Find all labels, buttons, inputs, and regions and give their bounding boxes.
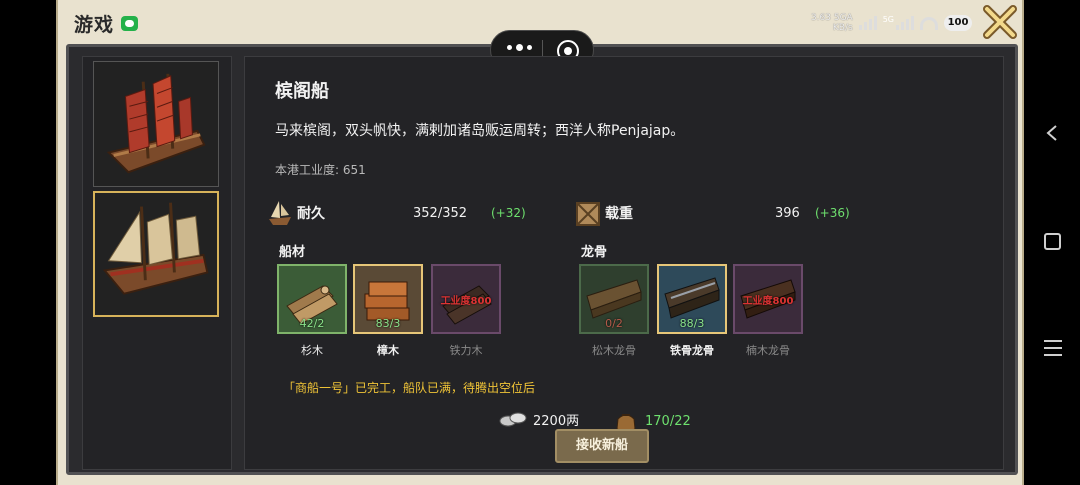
material-name: 杉木 <box>301 344 323 357</box>
material-count: 88/3 <box>679 317 705 330</box>
signal-icon <box>858 16 877 30</box>
material-count: 42/2 <box>299 317 325 330</box>
battery-indicator: 100 <box>944 15 972 31</box>
network-speed-value: 3.63 <box>810 13 831 23</box>
ship-title: 槟阁船 <box>275 81 329 102</box>
food-cost-value: 170/22 <box>645 413 691 429</box>
keel-material-label: 龙骨 <box>581 245 608 260</box>
signal-icon-2 <box>896 16 914 30</box>
cargo-bonus: (+36) <box>815 206 850 220</box>
ship-card-penjajap[interactable] <box>93 191 219 317</box>
lock-requirement: 工业度800 <box>440 296 492 307</box>
material-nanmu-keel[interactable]: 工业度800 <box>733 264 803 334</box>
material-count: 83/3 <box>375 317 401 330</box>
crate-icon <box>576 202 600 226</box>
menu-icon[interactable] <box>1044 340 1062 361</box>
material-ironwood[interactable]: 工业度800 <box>431 264 501 334</box>
material-name: 铁骨龙骨 <box>670 344 714 357</box>
wifi-icon <box>920 16 938 30</box>
hull-material-label: 船材 <box>279 245 306 260</box>
lock-requirement: 工业度800 <box>742 296 794 307</box>
fleet-full-message: 「商船一号」已完工，船队已满，待腾出空位后 <box>283 381 536 395</box>
silver-cost-value: 2200两 <box>533 413 580 429</box>
material-fir[interactable]: 42/2 <box>277 264 347 334</box>
material-name: 松木龙骨 <box>592 344 636 357</box>
durability-value: 352/352 <box>413 205 468 221</box>
material-name: 铁力木 <box>449 344 483 357</box>
material-ironbone-keel[interactable]: 88/3 <box>657 264 727 334</box>
network-speed-unit: KB/s <box>832 23 853 33</box>
material-count: 0/2 <box>605 317 623 330</box>
industry-level: 本港工业度: 651 <box>275 161 366 178</box>
home-icon[interactable] <box>1044 233 1061 250</box>
ship-description: 马来槟阁，双头帆快，满剌加诸岛贩运周转；西洋人称Penjajap。 <box>275 123 685 139</box>
material-name: 樟木 <box>377 344 399 357</box>
ship-details: 槟阁船 马来槟阁，双头帆快，满剌加诸岛贩运周转；西洋人称Penjajap。 本港… <box>244 56 1004 470</box>
app-logo: 游戏 <box>74 14 115 36</box>
network-type: 5GA <box>833 13 853 23</box>
durability-stat: 耐久 352/352 (+32) <box>267 197 537 229</box>
ship-card-junk[interactable] <box>93 61 219 187</box>
cargo-value: 396 <box>775 205 800 221</box>
receive-ship-button[interactable]: 接收新船 <box>555 429 649 463</box>
status-bar: 3.63 5GA KB/s 5G 100 <box>811 13 972 33</box>
ship-list <box>82 56 232 470</box>
android-nav-bar <box>1030 0 1080 485</box>
screen: 游戏 3.63 5GA KB/s 5G 100 槟阁船 马来槟阁，双头帆快，满剌… <box>0 0 1080 485</box>
penjajap-ship-icon <box>95 193 217 315</box>
silver-icon <box>499 412 527 427</box>
more-icon[interactable] <box>507 44 532 51</box>
cargo-label: 载重 <box>605 206 633 222</box>
sail-icon <box>269 201 291 225</box>
close-icon[interactable] <box>982 4 1018 40</box>
back-icon[interactable] <box>1044 124 1060 142</box>
network-type-2: 5G <box>882 14 894 24</box>
junk-ship-icon <box>94 62 218 186</box>
durability-label: 耐久 <box>297 206 325 222</box>
industry-label: 本港工业度: <box>275 163 340 177</box>
industry-value: 651 <box>342 163 366 177</box>
silver-cost: 2200两 <box>499 409 579 429</box>
material-camphor[interactable]: 83/3 <box>353 264 423 334</box>
durability-bonus: (+32) <box>491 206 526 220</box>
network-speed: 3.63 5GA KB/s <box>811 13 853 33</box>
material-name: 楠木龙骨 <box>746 344 790 357</box>
cargo-stat: 载重 396 (+36) <box>575 197 855 229</box>
material-pine-keel[interactable]: 0/2 <box>579 264 649 334</box>
wechat-icon <box>121 16 138 31</box>
